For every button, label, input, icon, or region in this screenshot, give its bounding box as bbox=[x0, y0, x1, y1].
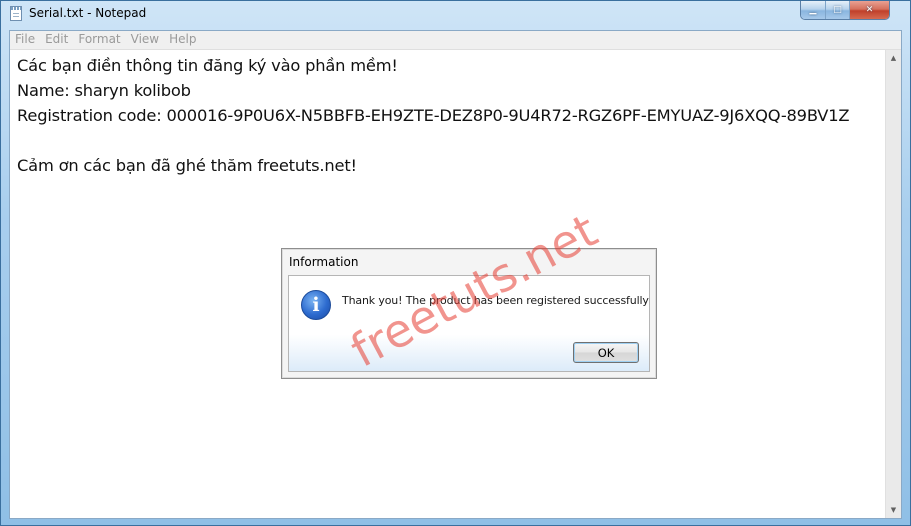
scroll-down-button[interactable]: ▼ bbox=[886, 502, 901, 518]
minimize-icon: ▁ bbox=[809, 5, 817, 15]
dialog-body: i Thank you! The product has been regist… bbox=[288, 275, 650, 372]
menu-file[interactable]: File bbox=[10, 31, 40, 49]
text-line: Name: sharyn kolibob bbox=[17, 81, 191, 100]
menu-edit[interactable]: Edit bbox=[40, 31, 73, 49]
notepad-icon[interactable] bbox=[10, 6, 22, 21]
window-title: Serial.txt - Notepad bbox=[29, 6, 147, 20]
menu-bar: File Edit Format View Help bbox=[10, 31, 901, 50]
caption-buttons: ▁ □ ✕ bbox=[800, 1, 890, 20]
close-icon: ✕ bbox=[865, 5, 874, 15]
info-icon: i bbox=[301, 290, 331, 320]
close-button[interactable]: ✕ bbox=[849, 1, 889, 19]
maximize-button[interactable]: □ bbox=[825, 1, 849, 19]
text-line: Cảm ơn các bạn đã ghé thăm freetuts.net! bbox=[17, 156, 357, 175]
minimize-button[interactable]: ▁ bbox=[801, 1, 825, 19]
dialog-message: Thank you! The product has been register… bbox=[342, 294, 649, 307]
text-line: Các bạn điền thông tin đăng ký vào phần … bbox=[17, 56, 398, 75]
vertical-scrollbar[interactable]: ▲ ▼ bbox=[885, 50, 901, 518]
menu-view[interactable]: View bbox=[126, 31, 164, 49]
maximize-icon: □ bbox=[833, 5, 842, 15]
scroll-up-button[interactable]: ▲ bbox=[886, 50, 901, 66]
menu-format[interactable]: Format bbox=[73, 31, 125, 49]
dialog-title: Information bbox=[289, 255, 359, 269]
arrow-down-icon: ▼ bbox=[890, 506, 897, 514]
arrow-up-icon: ▲ bbox=[890, 54, 897, 62]
information-dialog: Information i Thank you! The product has… bbox=[281, 248, 657, 379]
text-line: Registration code: 000016-9P0U6X-N5BBFB-… bbox=[17, 106, 850, 125]
menu-help[interactable]: Help bbox=[164, 31, 201, 49]
ok-button[interactable]: OK bbox=[573, 342, 639, 363]
title-bar[interactable]: Serial.txt - Notepad ▁ □ ✕ bbox=[1, 1, 910, 27]
